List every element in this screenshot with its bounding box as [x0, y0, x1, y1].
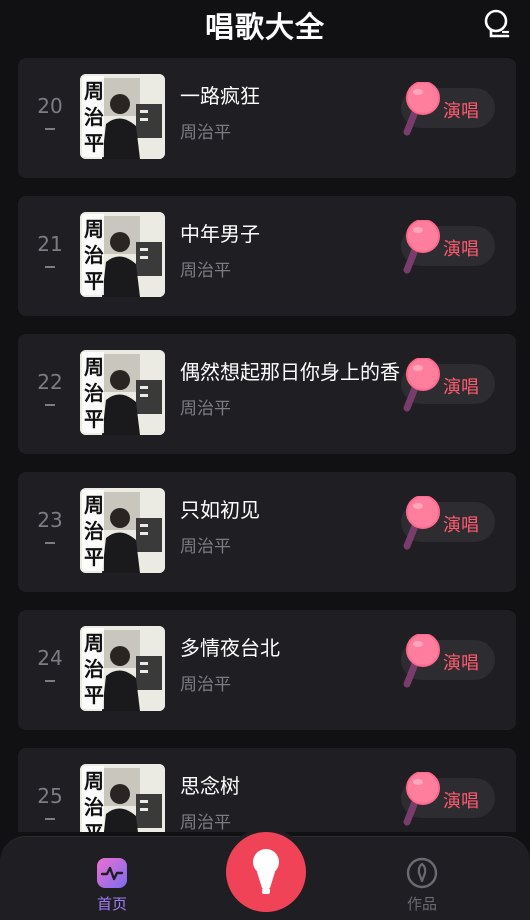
- album-cover[interactable]: 周 治 平: [80, 350, 165, 435]
- svg-text:平: 平: [84, 407, 104, 431]
- rank-trend-flat-icon: [45, 542, 55, 544]
- singer-name: 周治平: [180, 813, 231, 832]
- song-rank: 25: [37, 784, 63, 808]
- album-cover[interactable]: 周 治 平: [80, 626, 165, 711]
- svg-text:周: 周: [84, 769, 104, 793]
- rank-trend-flat-icon: [45, 266, 55, 268]
- album-cover[interactable]: 周 治 平: [80, 74, 165, 159]
- song-rank: 24: [37, 646, 63, 670]
- svg-text:治: 治: [84, 795, 104, 819]
- song-rank: 21: [37, 232, 63, 256]
- song-card[interactable]: 22 周 治 平 偶然想起那日你身上的香 周治平 演唱: [18, 334, 516, 454]
- song-title: 只如初见: [180, 498, 260, 522]
- sing-button[interactable]: 演唱: [401, 771, 495, 826]
- tab-works[interactable]: 作品: [382, 837, 462, 920]
- svg-text:平: 平: [84, 269, 104, 293]
- svg-text:周: 周: [84, 217, 104, 241]
- svg-text:平: 平: [84, 821, 104, 832]
- song-rank: 22: [37, 370, 63, 394]
- svg-text:治: 治: [84, 381, 104, 405]
- song-card[interactable]: 25 周 治 平 思念树 周治平: [18, 748, 516, 832]
- song-card[interactable]: 20 周 治 平 一路疯狂 周治平 演唱: [18, 58, 516, 178]
- song-list[interactable]: 20 周 治 平 一路疯狂 周治平 演唱 21 周 治 平 中年男子 周治平 演…: [0, 52, 530, 832]
- svg-text:治: 治: [84, 243, 104, 267]
- pulse-icon: [96, 857, 128, 889]
- song-card[interactable]: 24 周 治 平 多情夜台北 周治平 演唱: [18, 610, 516, 730]
- svg-text:治: 治: [84, 657, 104, 681]
- sing-label: 演唱: [443, 101, 479, 122]
- svg-text:治: 治: [84, 105, 104, 129]
- singer-name: 周治平: [180, 399, 231, 419]
- works-icon: [406, 857, 438, 889]
- microphone-icon: [253, 849, 279, 894]
- tab-home[interactable]: 首页: [72, 837, 152, 920]
- song-card[interactable]: 21 周 治 平 中年男子 周治平 演唱: [18, 196, 516, 316]
- singer-name: 周治平: [180, 675, 231, 695]
- svg-text:平: 平: [84, 545, 104, 569]
- sing-label: 演唱: [443, 515, 479, 536]
- album-cover[interactable]: 周 治 平: [80, 488, 165, 573]
- album-cover[interactable]: 周 治 平: [80, 764, 165, 832]
- song-title: 思念树: [180, 774, 240, 798]
- song-rank: 20: [37, 94, 63, 118]
- sing-button[interactable]: 演唱: [401, 633, 495, 688]
- microphone-icon: [401, 81, 441, 138]
- svg-text:周: 周: [84, 79, 104, 103]
- sing-button[interactable]: 演唱: [401, 81, 495, 136]
- song-title: 中年男子: [180, 222, 260, 246]
- singer-name: 周治平: [180, 261, 231, 281]
- microphone-icon: [401, 495, 441, 552]
- app-header: 唱歌大全: [0, 0, 530, 52]
- sing-button[interactable]: 演唱: [401, 357, 495, 412]
- sing-label: 演唱: [443, 653, 479, 674]
- singer-name: 周治平: [180, 123, 231, 143]
- tab-home-label: 首页: [96, 895, 127, 913]
- rank-trend-flat-icon: [45, 680, 55, 682]
- record-button[interactable]: [226, 832, 306, 912]
- sing-button[interactable]: 演唱: [401, 219, 495, 274]
- song-title: 一路疯狂: [180, 84, 260, 108]
- svg-text:平: 平: [84, 683, 104, 707]
- microphone-icon: [401, 219, 441, 276]
- song-title: 偶然想起那日你身上的香: [180, 360, 400, 384]
- microphone-icon: [401, 633, 441, 690]
- sing-label: 演唱: [443, 377, 479, 398]
- tab-works-label: 作品: [406, 895, 437, 913]
- page-title: 唱歌大全: [204, 10, 325, 44]
- song-title: 多情夜台北: [180, 636, 280, 660]
- song-card[interactable]: 23 周 治 平 只如初见 周治平 演唱: [18, 472, 516, 592]
- user-profile-icon[interactable]: [482, 8, 512, 40]
- rank-trend-flat-icon: [45, 128, 55, 130]
- singer-name: 周治平: [180, 537, 231, 557]
- song-rank: 23: [37, 508, 63, 532]
- svg-text:周: 周: [84, 355, 104, 379]
- svg-text:治: 治: [84, 519, 104, 543]
- sing-button[interactable]: 演唱: [401, 495, 495, 550]
- rank-trend-flat-icon: [45, 404, 55, 406]
- album-cover[interactable]: 周 治 平: [80, 212, 165, 297]
- svg-text:平: 平: [84, 131, 104, 155]
- svg-text:周: 周: [84, 631, 104, 655]
- svg-text:周: 周: [84, 493, 104, 517]
- sing-label: 演唱: [443, 791, 479, 812]
- rank-trend-flat-icon: [45, 818, 55, 820]
- microphone-icon: [401, 357, 441, 414]
- sing-label: 演唱: [443, 239, 479, 260]
- microphone-icon: [401, 771, 441, 828]
